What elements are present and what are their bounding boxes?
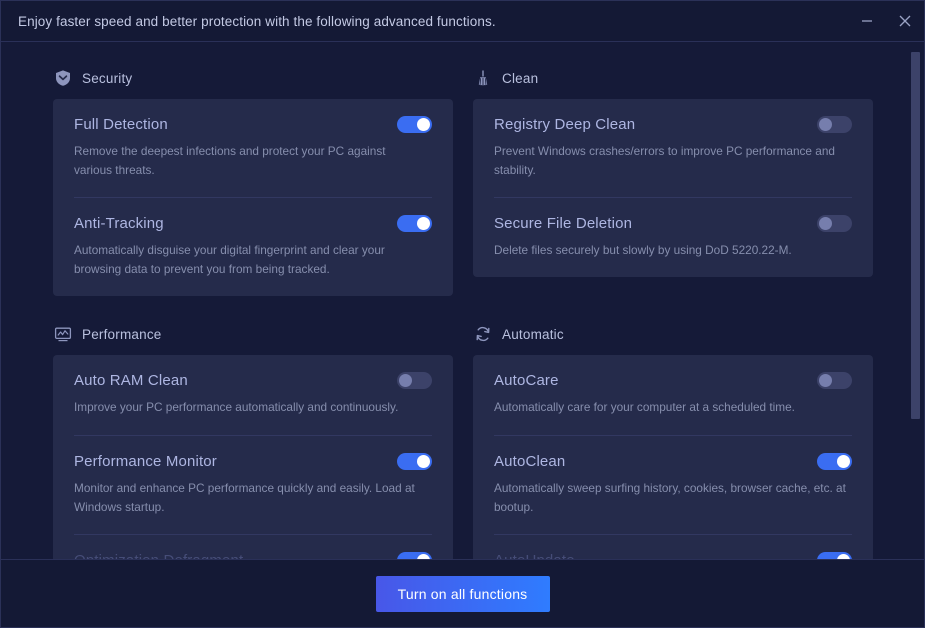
toggle-knob — [417, 118, 430, 131]
section-header-security: Security — [53, 64, 453, 92]
feature-toggle[interactable] — [817, 452, 852, 470]
toggle-knob — [837, 454, 850, 468]
feature-name: AutoCare — [494, 372, 559, 390]
feature-toggle[interactable] — [817, 116, 852, 133]
section-header-performance: Performance — [53, 320, 453, 348]
feature-toggle[interactable] — [397, 452, 432, 470]
feature-name: Optimization Defragment — [74, 552, 243, 559]
feature-description: Automatically care for your computer at … — [494, 400, 795, 415]
feature-header: Secure File Deletion — [494, 215, 852, 233]
section-header-clean: Clean — [473, 64, 873, 92]
feature-toggle[interactable] — [817, 372, 852, 390]
turn-on-all-functions-button[interactable]: Turn on all functions — [375, 575, 550, 612]
toggle-knob — [417, 454, 430, 468]
toggle-knob — [819, 217, 832, 231]
feature-toggle[interactable] — [397, 116, 432, 133]
vertical-scrollbar[interactable] — [910, 42, 922, 559]
card-performance: Auto RAM Clean Improve your PC performan… — [53, 355, 453, 559]
advanced-functions-window: Enjoy faster speed and better protection… — [0, 0, 925, 628]
feature-row[interactable]: Auto RAM Clean Improve your PC performan… — [74, 355, 432, 434]
toggle-knob — [399, 374, 412, 388]
close-button[interactable] — [886, 1, 924, 42]
feature-header: AutoCare — [494, 372, 852, 390]
feature-toggle[interactable] — [397, 215, 432, 233]
title-bar: Enjoy faster speed and better protection… — [1, 1, 924, 42]
broom-icon — [473, 69, 492, 88]
feature-header: AutoClean — [494, 452, 852, 470]
feature-description: Automatically disguise your digital fing… — [74, 243, 385, 277]
section-title-clean: Clean — [502, 70, 539, 86]
card-automatic: AutoCare Automatically care for your com… — [473, 355, 873, 559]
feature-row[interactable]: AutoUpdate — [494, 533, 852, 559]
section-title-automatic: Automatic — [502, 326, 564, 342]
window-title: Enjoy faster speed and better protection… — [18, 13, 496, 29]
toggle-knob — [819, 374, 832, 388]
feature-description: Delete files securely but slowly by usin… — [494, 243, 792, 258]
feature-name: Registry Deep Clean — [494, 116, 636, 133]
card-security: Full Detection Remove the deepest infect… — [53, 99, 453, 297]
functions-scroll-area[interactable]: Security Full Detection Remove the deepe… — [1, 42, 924, 559]
refresh-icon — [473, 325, 492, 344]
feature-row[interactable]: AutoCare Automatically care for your com… — [494, 355, 852, 434]
section-security: Security Full Detection Remove the deepe… — [53, 64, 453, 320]
feature-row[interactable]: Secure File Deletion Delete files secure… — [494, 197, 852, 277]
feature-description: Monitor and enhance PC performance quick… — [74, 480, 415, 514]
section-header-automatic: Automatic — [473, 320, 873, 348]
performance-monitor-icon — [53, 325, 72, 344]
feature-name: AutoUpdate — [494, 552, 575, 559]
footer-bar: Turn on all functions — [1, 559, 924, 627]
feature-row[interactable]: Optimization Defragment — [74, 533, 432, 559]
functions-grid: Security Full Detection Remove the deepe… — [1, 42, 901, 559]
close-icon — [897, 13, 913, 29]
feature-row[interactable]: Performance Monitor Monitor and enhance … — [74, 434, 432, 534]
section-title-security: Security — [82, 70, 133, 86]
feature-name: Performance Monitor — [74, 452, 217, 470]
minimize-icon — [860, 14, 874, 28]
feature-row[interactable]: Registry Deep Clean Prevent Windows cras… — [494, 99, 852, 197]
feature-description: Automatically sweep surfing history, coo… — [494, 480, 846, 514]
feature-header: Full Detection — [74, 116, 432, 133]
feature-header: AutoUpdate — [494, 551, 852, 559]
feature-header: Registry Deep Clean — [494, 116, 852, 133]
feature-name: Auto RAM Clean — [74, 372, 188, 390]
feature-name: AutoClean — [494, 452, 566, 470]
section-automatic: Automatic AutoCare Automatically care fo… — [473, 320, 873, 559]
feature-header: Auto RAM Clean — [74, 372, 432, 390]
section-performance: Performance Auto RAM Clean Improve your … — [53, 320, 453, 559]
feature-description: Improve your PC performance automaticall… — [74, 400, 399, 415]
feature-name: Secure File Deletion — [494, 215, 633, 233]
feature-toggle[interactable] — [397, 372, 432, 390]
feature-header: Performance Monitor — [74, 452, 432, 470]
shield-icon — [53, 69, 72, 88]
feature-header: Optimization Defragment — [74, 551, 432, 559]
feature-name: Full Detection — [74, 116, 168, 133]
feature-row[interactable]: AutoClean Automatically sweep surfing hi… — [494, 434, 852, 534]
feature-row[interactable]: Full Detection Remove the deepest infect… — [74, 99, 432, 197]
card-clean: Registry Deep Clean Prevent Windows cras… — [473, 99, 873, 278]
feature-row[interactable]: Anti-Tracking Automatically disguise you… — [74, 197, 432, 296]
scrollbar-thumb[interactable] — [911, 52, 920, 419]
feature-name: Anti-Tracking — [74, 215, 164, 233]
feature-description: Prevent Windows crashes/errors to improv… — [494, 144, 835, 178]
toggle-knob — [819, 118, 832, 131]
feature-toggle[interactable] — [817, 551, 852, 559]
feature-header: Anti-Tracking — [74, 215, 432, 233]
toggle-knob — [417, 217, 430, 231]
feature-toggle[interactable] — [397, 551, 432, 559]
feature-description: Remove the deepest infections and protec… — [74, 144, 386, 178]
section-clean: Clean Registry Deep Clean Prevent Window… — [473, 64, 873, 320]
feature-toggle[interactable] — [817, 215, 852, 233]
minimize-button[interactable] — [848, 1, 886, 42]
section-title-performance: Performance — [82, 326, 162, 342]
